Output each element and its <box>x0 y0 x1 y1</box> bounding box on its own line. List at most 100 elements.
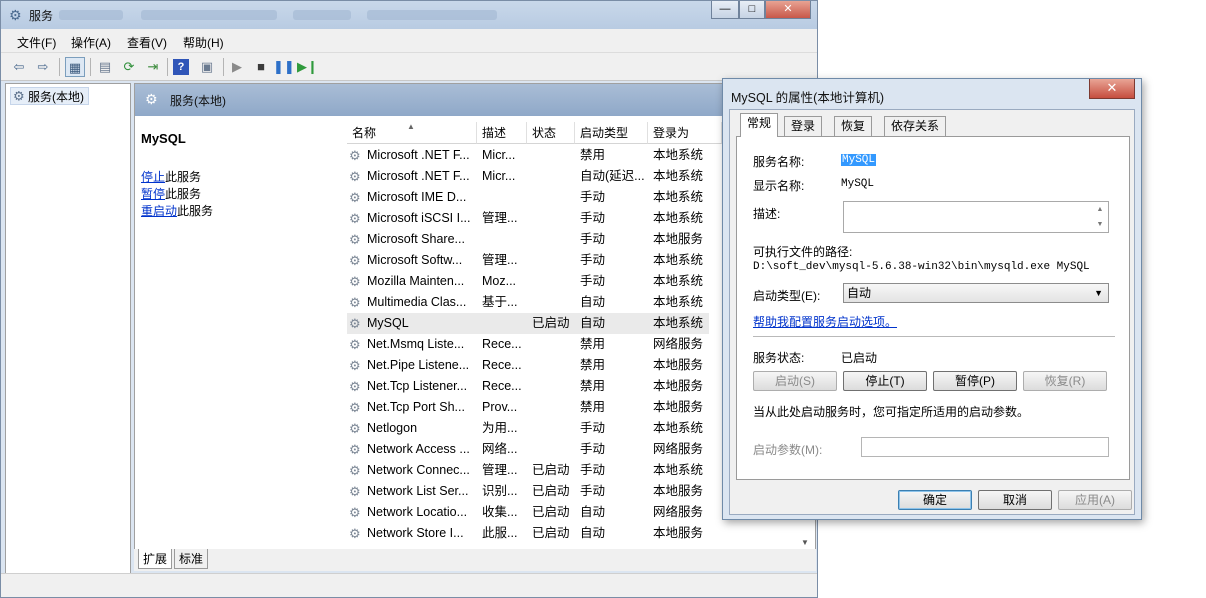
cell-startup: 禁用 <box>580 148 606 162</box>
help-configure-link[interactable]: 帮助我配置服务启动选项。 <box>753 313 897 330</box>
column-header-description[interactable]: 描述 <box>477 122 527 144</box>
menu-view[interactable]: 查看(V) <box>127 34 167 51</box>
service-name-label: 服务名称: <box>753 155 805 169</box>
dialog-close-button[interactable]: ✕ <box>1089 79 1135 99</box>
menu-action[interactable]: 操作(A) <box>71 34 111 51</box>
table-row[interactable]: ⚙ MySQL 已启动 自动 本地系统 <box>347 313 709 334</box>
stop-link[interactable]: 停止 <box>141 170 165 184</box>
dialog-title: MySQL 的属性(本地计算机) <box>731 91 885 105</box>
tab-recovery[interactable]: 恢复 <box>834 116 873 136</box>
maximize-button[interactable]: □ <box>739 1 765 19</box>
service-gear-icon: ⚙ <box>349 274 361 289</box>
cell-desc: Rece... <box>482 358 522 372</box>
service-name-value[interactable]: MySQL <box>841 154 877 166</box>
cell-logon: 本地系统 <box>653 316 704 330</box>
executable-path-value: D:\soft_dev\mysql-5.6.38-win32\bin\mysql… <box>753 261 1090 273</box>
refresh-icon[interactable]: ⟳ <box>119 57 139 77</box>
scroll-down-arrow-icon[interactable]: ▼ <box>801 538 809 547</box>
column-header-name[interactable]: 名称 ▲ <box>347 122 477 144</box>
tab-extended[interactable]: 扩展 <box>138 549 173 569</box>
start-button[interactable]: 启动(S) <box>753 371 837 391</box>
description-scroll-arrows[interactable]: ▲ ▼ <box>1092 202 1108 232</box>
display-name-value: MySQL <box>841 178 875 190</box>
table-row[interactable]: ⚙ Net.Msmq Liste... Rece... 禁用 网络服务 <box>347 334 709 355</box>
table-row[interactable]: ⚙ Net.Tcp Port Sh... Prov... 禁用 本地服务 <box>347 397 709 418</box>
cell-desc: Moz... <box>482 274 517 288</box>
cell-startup: 禁用 <box>580 400 606 414</box>
table-row[interactable]: ⚙ Microsoft Share... 手动 本地服务 <box>347 229 709 250</box>
show-pane-icon[interactable]: ▣ <box>197 57 217 77</box>
forward-arrow-icon[interactable]: ⇨ <box>33 57 53 77</box>
window-title: 服务 <box>29 9 54 23</box>
table-row[interactable]: ⚙ Network Locatio... 收集... 已启动 自动 网络服务 <box>347 502 709 523</box>
tab-general[interactable]: 常规 <box>740 113 779 137</box>
back-arrow-icon[interactable]: ⇦ <box>9 57 29 77</box>
cell-name: Microsoft IME D... <box>367 190 467 204</box>
table-row[interactable]: ⚙ Netlogon 为用... 手动 本地系统 <box>347 418 709 439</box>
tab-logon[interactable]: 登录 <box>784 116 823 136</box>
restart-link[interactable]: 重启动 <box>141 204 177 218</box>
ok-button[interactable]: 确定 <box>898 490 972 510</box>
title-bar[interactable]: ⚙ 服务 — □ ✕ <box>1 1 817 29</box>
tree-item-services-local[interactable]: ⚙ 服务(本地) <box>10 87 89 105</box>
table-row[interactable]: ⚙ Net.Pipe Listene... Rece... 禁用 本地服务 <box>347 355 709 376</box>
service-gear-icon: ⚙ <box>349 190 361 205</box>
service-gear-icon: ⚙ <box>349 253 361 268</box>
action-suffix: 此服务 <box>177 204 214 218</box>
table-row[interactable]: ⚙ Network List Ser... 识别... 已启动 手动 本地服务 <box>347 481 709 502</box>
cell-name: Microsoft Share... <box>367 232 465 246</box>
column-header-logon[interactable]: 登录为 <box>648 122 722 144</box>
menu-file[interactable]: 文件(F) <box>17 34 56 51</box>
cell-name: Net.Msmq Liste... <box>367 337 465 351</box>
export-icon[interactable]: ⇥ <box>143 57 163 77</box>
resume-service-icon[interactable]: ▶❙ <box>297 57 318 77</box>
service-gear-icon: ⚙ <box>349 316 361 331</box>
properties-icon[interactable]: ▤ <box>95 57 115 77</box>
menu-help[interactable]: 帮助(H) <box>183 34 224 51</box>
cell-name: Microsoft .NET F... <box>367 148 470 162</box>
pause-button[interactable]: 暂停(P) <box>933 371 1017 391</box>
start-service-icon[interactable]: ▶ <box>227 57 247 77</box>
console-tree-icon[interactable]: ▦ <box>65 57 85 77</box>
help-icon[interactable]: ? <box>173 59 189 75</box>
tab-dependencies[interactable]: 依存关系 <box>884 116 947 136</box>
chevron-down-icon: ▼ <box>1094 288 1103 298</box>
resume-button[interactable]: 恢复(R) <box>1023 371 1107 391</box>
table-row[interactable]: ⚙ Microsoft iSCSI I... 管理... 手动 本地系统 <box>347 208 709 229</box>
table-row[interactable]: ⚙ Microsoft .NET F... Micr... 自动(延迟... 本地系统 <box>347 166 709 187</box>
tab-standard[interactable]: 标准 <box>174 549 209 569</box>
service-gear-icon: ⚙ <box>349 379 361 394</box>
column-header-startup-type[interactable]: 启动类型 <box>575 122 648 144</box>
table-row[interactable]: ⚙ Network Connec... 管理... 已启动 手动 本地系统 <box>347 460 709 481</box>
description-field[interactable]: ▲ ▼ <box>843 201 1109 233</box>
table-row[interactable]: ⚙ Microsoft Softw... 管理... 手动 本地系统 <box>347 250 709 271</box>
table-row[interactable]: ⚙ Microsoft IME D... 手动 本地系统 <box>347 187 709 208</box>
divider <box>753 336 1115 337</box>
cell-startup: 自动 <box>580 526 606 540</box>
table-row[interactable]: ⚙ Mozilla Mainten... Moz... 手动 本地系统 <box>347 271 709 292</box>
table-row[interactable]: ⚙ Microsoft .NET F... Micr... 禁用 本地系统 <box>347 145 709 166</box>
close-button[interactable]: ✕ <box>765 1 811 19</box>
stop-service-icon[interactable]: ■ <box>251 57 271 77</box>
startup-type-select[interactable]: 自动 ▼ <box>843 283 1109 303</box>
apply-button[interactable]: 应用(A) <box>1058 490 1132 510</box>
table-row[interactable]: ⚙ Network Store I... 此服... 已启动 自动 本地服务 <box>347 523 709 544</box>
toolbar-separator <box>223 58 224 76</box>
cell-status: 已启动 <box>532 505 570 519</box>
column-header-status[interactable]: 状态 <box>527 122 575 144</box>
cell-name: Microsoft Softw... <box>367 253 463 267</box>
pause-link[interactable]: 暂停 <box>141 187 165 201</box>
table-row[interactable]: ⚙ Network Access ... 网络... 手动 网络服务 <box>347 439 709 460</box>
startup-params-input[interactable] <box>861 437 1109 457</box>
stop-button[interactable]: 停止(T) <box>843 371 927 391</box>
pause-service-icon[interactable]: ❚❚ <box>273 57 295 77</box>
cancel-button[interactable]: 取消 <box>978 490 1052 510</box>
table-row[interactable]: ⚙ Multimedia Clas... 基于... 自动 本地系统 <box>347 292 709 313</box>
cell-startup: 手动 <box>580 421 606 435</box>
view-tabs: 扩展 标准 <box>134 549 816 571</box>
cell-desc: Rece... <box>482 337 522 351</box>
cell-logon: 本地系统 <box>653 169 704 183</box>
cell-logon: 本地服务 <box>653 400 704 414</box>
minimize-button[interactable]: — <box>711 1 739 19</box>
table-row[interactable]: ⚙ Net.Tcp Listener... Rece... 禁用 本地服务 <box>347 376 709 397</box>
